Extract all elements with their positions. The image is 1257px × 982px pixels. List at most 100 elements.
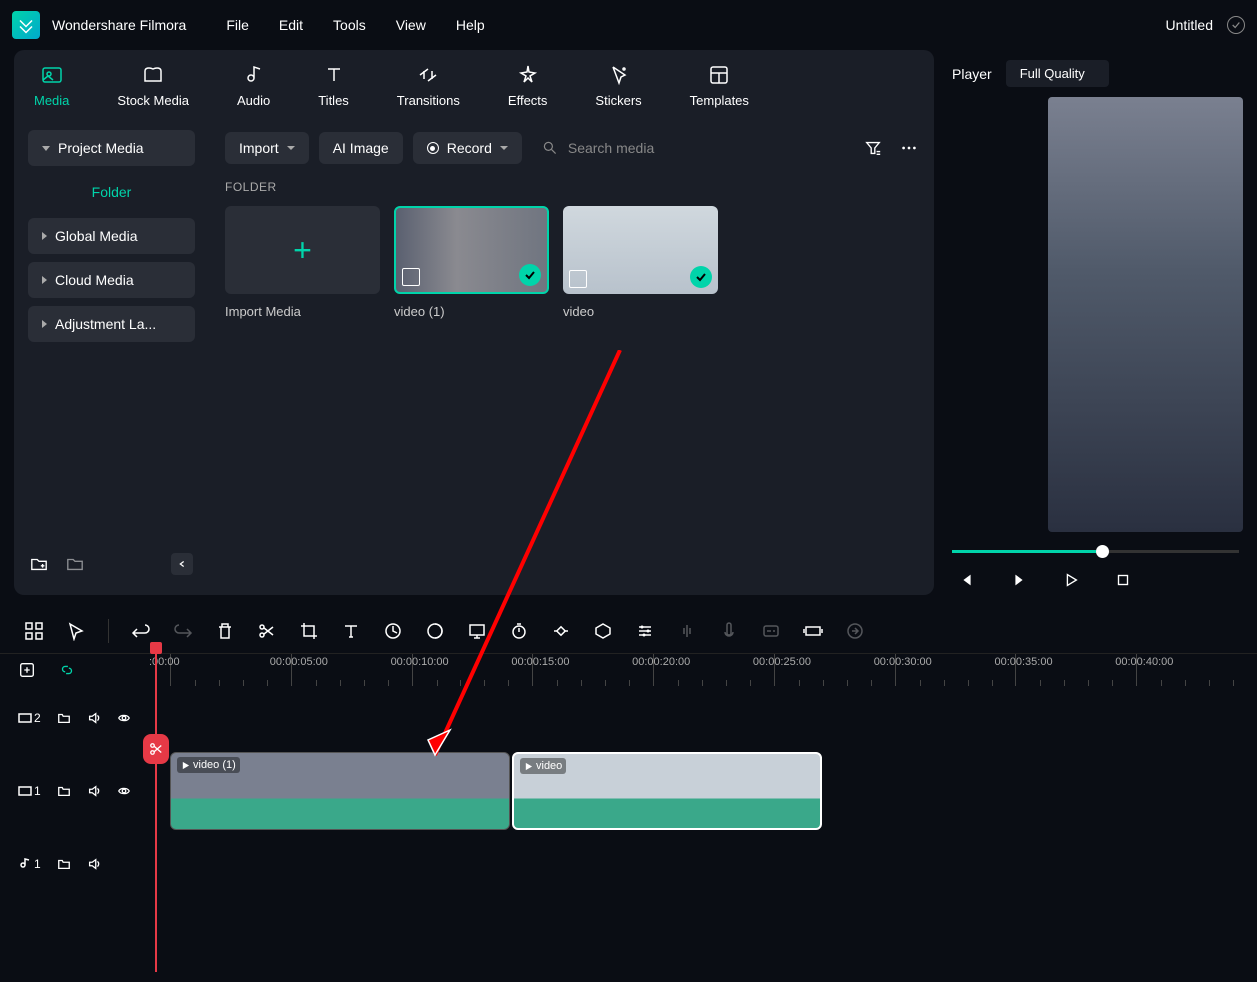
sidebar-project-media[interactable]: Project Media bbox=[28, 130, 195, 166]
menu-file[interactable]: File bbox=[226, 17, 249, 33]
grid-icon[interactable] bbox=[24, 621, 44, 641]
sidebar-cloud-label: Cloud Media bbox=[55, 272, 134, 288]
quality-label: Full Quality bbox=[1020, 66, 1085, 81]
sidebar-global-media[interactable]: Global Media bbox=[28, 218, 195, 254]
tab-media-label: Media bbox=[34, 93, 69, 108]
ruler-segment: 00:00:40:00 bbox=[1136, 654, 1257, 686]
delete-icon[interactable] bbox=[215, 621, 235, 641]
progress-knob[interactable] bbox=[1096, 545, 1109, 558]
import-button[interactable]: Import bbox=[225, 132, 309, 164]
tab-templates[interactable]: Templates bbox=[680, 63, 759, 108]
quality-dropdown[interactable]: Full Quality bbox=[1006, 60, 1109, 87]
filter-icon[interactable] bbox=[864, 139, 882, 157]
menu-view[interactable]: View bbox=[396, 17, 426, 33]
ai-image-button[interactable]: AI Image bbox=[319, 132, 403, 164]
eye-icon[interactable] bbox=[117, 784, 131, 798]
timeline-toolbar bbox=[0, 609, 1257, 654]
mute-icon[interactable] bbox=[87, 711, 101, 725]
play-button[interactable] bbox=[1062, 571, 1080, 589]
tab-titles[interactable]: Titles bbox=[308, 63, 359, 108]
eye-icon[interactable] bbox=[117, 711, 131, 725]
stopwatch-icon[interactable] bbox=[509, 621, 529, 641]
timeline-clip-video2[interactable]: video bbox=[512, 752, 822, 830]
project-title: Untitled bbox=[1166, 17, 1213, 33]
clip2-label: video bbox=[536, 760, 562, 772]
menu-tools[interactable]: Tools bbox=[333, 17, 366, 33]
tab-stock-media[interactable]: Stock Media bbox=[107, 63, 199, 108]
video-preview[interactable] bbox=[1048, 97, 1243, 532]
playhead-split-button[interactable] bbox=[143, 734, 169, 764]
track-v2-content[interactable] bbox=[170, 686, 1257, 750]
play-icon bbox=[181, 761, 190, 770]
tab-transitions[interactable]: Transitions bbox=[387, 63, 470, 108]
crop-icon[interactable] bbox=[299, 621, 319, 641]
cursor-icon[interactable] bbox=[66, 621, 86, 641]
track-a1-content[interactable] bbox=[170, 832, 1257, 896]
timeline-clip-video1[interactable]: video (1) bbox=[170, 752, 510, 830]
render-icon[interactable] bbox=[803, 621, 823, 641]
tab-transitions-label: Transitions bbox=[397, 93, 460, 108]
undo-icon[interactable] bbox=[131, 621, 151, 641]
play-icon bbox=[524, 762, 533, 771]
color-icon[interactable] bbox=[425, 621, 445, 641]
timeline-ruler[interactable]: :00:0000:00:05:0000:00:10:0000:00:15:000… bbox=[170, 654, 1257, 686]
split-icon[interactable] bbox=[257, 621, 277, 641]
tab-stickers-label: Stickers bbox=[595, 93, 641, 108]
speed-icon[interactable] bbox=[383, 621, 403, 641]
mask-icon[interactable] bbox=[593, 621, 613, 641]
video-track-icon bbox=[18, 711, 32, 725]
tab-effects[interactable]: Effects bbox=[498, 63, 558, 108]
subtitle-icon[interactable] bbox=[761, 621, 781, 641]
record-icon bbox=[427, 142, 439, 154]
adjust-icon[interactable] bbox=[635, 621, 655, 641]
sidebar-project-label: Project Media bbox=[58, 140, 144, 156]
cloud-sync-icon[interactable] bbox=[1227, 16, 1245, 34]
folder-icon[interactable] bbox=[66, 555, 84, 573]
media-item-video2[interactable]: video bbox=[563, 206, 718, 319]
text-icon[interactable] bbox=[341, 621, 361, 641]
tab-templates-label: Templates bbox=[690, 93, 749, 108]
audio-detach-icon[interactable] bbox=[677, 621, 697, 641]
import-media-tile[interactable]: + Import Media bbox=[225, 206, 380, 319]
record-button[interactable]: Record bbox=[413, 132, 522, 164]
folder-icon[interactable] bbox=[57, 784, 71, 798]
sidebar-adjustment-layer[interactable]: Adjustment La... bbox=[28, 306, 195, 342]
menu-edit[interactable]: Edit bbox=[279, 17, 303, 33]
video-track-icon bbox=[18, 784, 32, 798]
plus-icon: + bbox=[293, 232, 312, 269]
media-video2-label: video bbox=[563, 304, 718, 319]
clip-type-icon bbox=[569, 270, 587, 288]
track1-number: 1 bbox=[34, 784, 41, 798]
media-item-video1[interactable]: video (1) bbox=[394, 206, 549, 319]
next-frame-button[interactable] bbox=[1010, 571, 1028, 589]
screen-icon[interactable] bbox=[467, 621, 487, 641]
stop-button[interactable] bbox=[1114, 571, 1132, 589]
chevron-down-icon bbox=[500, 146, 508, 150]
add-track-icon[interactable] bbox=[18, 661, 36, 679]
folder-icon[interactable] bbox=[57, 857, 71, 871]
folder-icon[interactable] bbox=[57, 711, 71, 725]
track-v1-content[interactable]: video (1) video bbox=[170, 750, 1257, 832]
redo-icon[interactable] bbox=[173, 621, 193, 641]
export-icon[interactable] bbox=[845, 621, 865, 641]
sidebar-folder[interactable]: Folder bbox=[28, 174, 195, 210]
mute-icon[interactable] bbox=[87, 857, 101, 871]
new-folder-icon[interactable] bbox=[30, 555, 48, 573]
tab-audio[interactable]: Audio bbox=[227, 63, 280, 108]
voiceover-icon[interactable] bbox=[719, 621, 739, 641]
link-icon[interactable] bbox=[58, 661, 76, 679]
sidebar-cloud-media[interactable]: Cloud Media bbox=[28, 262, 195, 298]
mute-icon[interactable] bbox=[87, 784, 101, 798]
used-check-icon bbox=[519, 264, 541, 286]
menu-help[interactable]: Help bbox=[456, 17, 485, 33]
media-panel: Media Stock Media Audio Titles Transitio… bbox=[14, 50, 934, 595]
more-icon[interactable] bbox=[900, 139, 918, 157]
prev-frame-button[interactable] bbox=[958, 571, 976, 589]
titlebar: Wondershare Filmora File Edit Tools View… bbox=[0, 0, 1257, 50]
search-input[interactable]: Search media bbox=[532, 140, 854, 156]
collapse-sidebar-button[interactable] bbox=[171, 553, 193, 575]
player-progress[interactable] bbox=[952, 550, 1239, 553]
tab-stickers[interactable]: Stickers bbox=[585, 63, 651, 108]
keyframe-icon[interactable] bbox=[551, 621, 571, 641]
tab-media[interactable]: Media bbox=[24, 63, 79, 108]
